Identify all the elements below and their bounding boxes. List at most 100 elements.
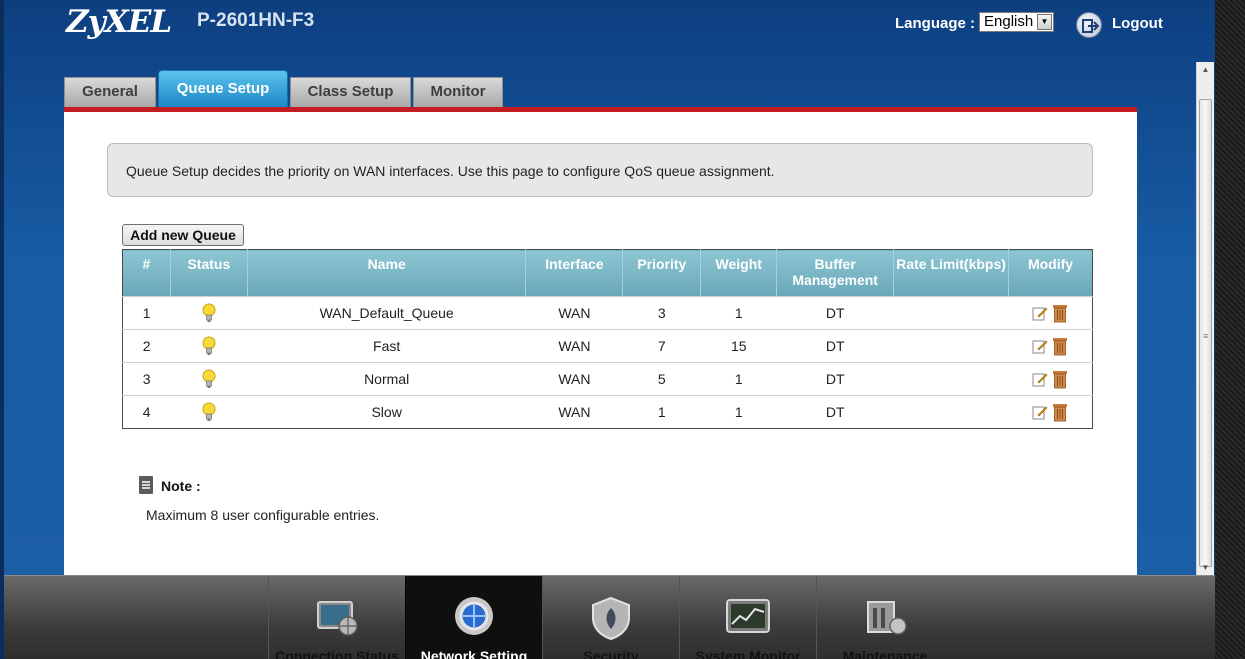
- tab-general[interactable]: General: [64, 77, 156, 108]
- column-header: Modify: [1008, 249, 1093, 297]
- nav-label: System Monitor: [695, 648, 801, 659]
- grip-icon: ≡: [1203, 331, 1209, 341]
- delete-icon[interactable]: [1052, 369, 1068, 389]
- queue-weight: 1: [700, 296, 777, 330]
- queue-interface: WAN: [525, 362, 623, 396]
- left-edge: [0, 0, 4, 659]
- edit-icon[interactable]: [1032, 371, 1048, 387]
- language-value: English: [984, 13, 1034, 30]
- column-header: Name: [247, 249, 527, 297]
- status-cell: [170, 362, 248, 396]
- column-header: Priority: [622, 249, 702, 297]
- nav-label: Security: [583, 648, 639, 659]
- desktop-edge: [1215, 0, 1245, 659]
- queue-weight: 15: [700, 329, 777, 363]
- delete-icon[interactable]: [1052, 336, 1068, 356]
- scrollbar-thumb[interactable]: ≡: [1199, 99, 1212, 567]
- column-header: Interface: [525, 249, 624, 297]
- tab-class-setup[interactable]: Class Setup: [290, 77, 411, 108]
- scroll-up-icon[interactable]: ▲: [1197, 62, 1214, 77]
- column-header: #: [122, 249, 171, 297]
- queue-number: 2: [122, 329, 171, 363]
- queue-number: 1: [122, 296, 171, 330]
- note-text: Maximum 8 user configurable entries.: [146, 507, 380, 523]
- queue-priority: 1: [622, 395, 701, 429]
- nav-system-monitor[interactable]: System Monitor: [679, 576, 816, 659]
- queue-rate-limit: [893, 395, 1009, 429]
- nav-connection-status[interactable]: Connection Status: [268, 576, 405, 659]
- queue-buffer: DT: [776, 362, 894, 396]
- nav-label: Maintenance: [842, 648, 928, 659]
- queue-buffer: DT: [776, 329, 894, 363]
- status-cell: [170, 329, 248, 363]
- queue-priority: 3: [622, 296, 701, 330]
- language-label: Language :: [895, 15, 976, 32]
- queue-weight: 1: [700, 395, 777, 429]
- queue-priority: 7: [622, 329, 701, 363]
- vertical-scrollbar[interactable]: ▲ ≡ ▼: [1196, 62, 1214, 575]
- logout-icon[interactable]: [1076, 12, 1102, 38]
- bottom-navigation: Connection Status Network Setting Securi…: [4, 575, 1215, 659]
- content-panel: Queue Setup decides the priority on WAN …: [64, 112, 1137, 575]
- model-name: P-2601HN-F3: [197, 10, 315, 31]
- column-header: Buffer Management: [776, 249, 895, 297]
- page-description: Queue Setup decides the priority on WAN …: [107, 143, 1093, 197]
- tab-queue-setup[interactable]: Queue Setup: [158, 70, 288, 108]
- shield-icon: [592, 596, 630, 640]
- scroll-down-icon[interactable]: ▼: [1197, 560, 1214, 575]
- nav-label: Network Setting: [420, 648, 528, 659]
- table-row: 2 Fast WAN 7 15 DT: [122, 329, 1093, 363]
- note-icon: [139, 476, 153, 494]
- modify-cell: [1008, 296, 1093, 330]
- language-select[interactable]: English ▼: [979, 12, 1054, 32]
- add-new-queue-button[interactable]: Add new Queue: [122, 224, 244, 246]
- table-row: 4 Slow WAN 1 1 DT: [122, 395, 1093, 429]
- queue-rate-limit: [893, 296, 1009, 330]
- queue-interface: WAN: [525, 395, 623, 429]
- delete-icon[interactable]: [1052, 303, 1068, 323]
- queue-interface: WAN: [525, 296, 623, 330]
- column-header: Status: [170, 249, 248, 297]
- edit-icon[interactable]: [1032, 404, 1048, 420]
- note-title: Note :: [161, 478, 201, 494]
- queue-rate-limit: [893, 362, 1009, 396]
- queue-priority: 5: [622, 362, 701, 396]
- logout-link[interactable]: Logout: [1112, 15, 1163, 32]
- nav-maintenance[interactable]: Maintenance: [816, 576, 953, 659]
- modify-cell: [1008, 329, 1093, 363]
- table-header-row: # Status Name Interface Priority Weight …: [122, 249, 1093, 297]
- nav-security[interactable]: Security: [542, 576, 679, 659]
- delete-icon[interactable]: [1052, 402, 1068, 422]
- queue-buffer: DT: [776, 296, 894, 330]
- table-row: 1 WAN_Default_Queue WAN 3 1 DT: [122, 296, 1093, 330]
- queue-interface: WAN: [525, 329, 623, 363]
- queue-number: 3: [122, 362, 171, 396]
- bulb-icon: [202, 402, 216, 421]
- queue-number: 4: [122, 395, 171, 429]
- nav-network-setting[interactable]: Network Setting: [405, 576, 542, 659]
- bulb-icon: [202, 336, 216, 355]
- monitor-globe-icon: [317, 601, 358, 636]
- queue-rate-limit: [893, 329, 1009, 363]
- queue-name: Slow: [247, 395, 526, 429]
- modify-cell: [1008, 395, 1093, 429]
- bulb-icon: [202, 369, 216, 388]
- chart-monitor-icon: [726, 599, 770, 633]
- edit-icon[interactable]: [1032, 305, 1048, 321]
- queue-name: WAN_Default_Queue: [247, 296, 526, 330]
- queue-name: Normal: [247, 362, 526, 396]
- status-cell: [170, 395, 248, 429]
- queue-weight: 1: [700, 362, 777, 396]
- network-globe-icon: [455, 597, 493, 635]
- column-header: Weight: [700, 249, 778, 297]
- brand-logo: ZyXEL: [66, 4, 172, 40]
- tools-icon: [867, 601, 907, 635]
- tab-monitor[interactable]: Monitor: [413, 77, 503, 108]
- modify-cell: [1008, 362, 1093, 396]
- nav-label: Connection Status: [275, 648, 399, 659]
- chevron-down-icon[interactable]: ▼: [1037, 14, 1052, 30]
- queue-table: # Status Name Interface Priority Weight …: [122, 249, 1093, 429]
- status-cell: [170, 296, 248, 330]
- edit-icon[interactable]: [1032, 338, 1048, 354]
- queue-name: Fast: [247, 329, 526, 363]
